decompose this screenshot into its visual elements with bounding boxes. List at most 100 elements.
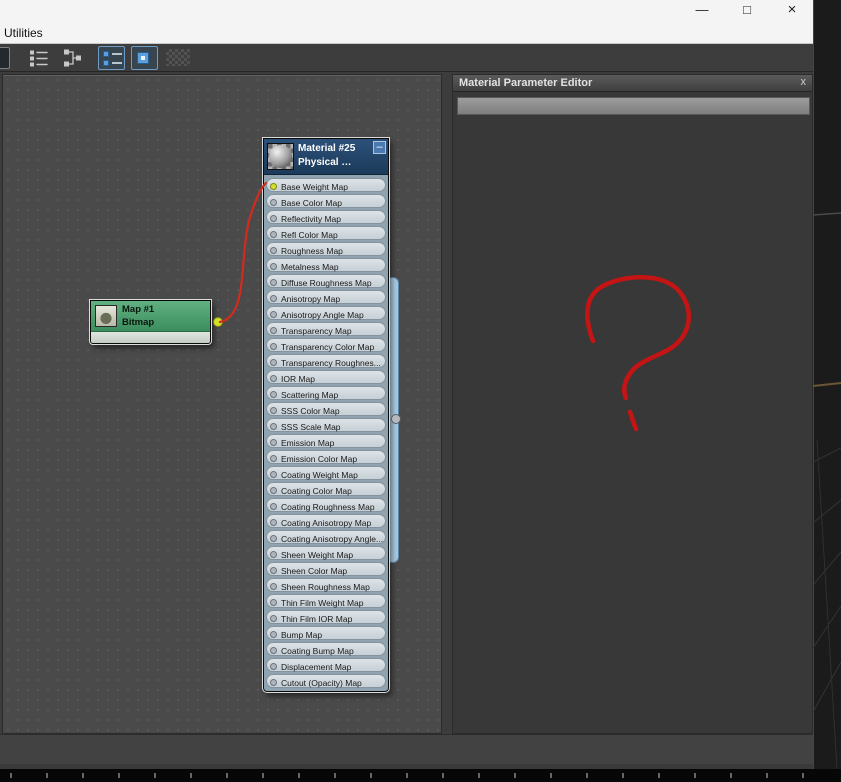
timeline-bar[interactable] xyxy=(0,769,841,782)
material-slot-pill[interactable]: Coating Weight Map xyxy=(266,466,386,480)
material-slot-pill[interactable]: Displacement Map xyxy=(266,658,386,672)
collapse-node-button[interactable]: – xyxy=(373,141,386,154)
slot-input-socket[interactable] xyxy=(270,519,277,526)
slot-input-socket[interactable] xyxy=(270,311,277,318)
slot-input-socket[interactable] xyxy=(270,599,277,606)
material-slot-pill[interactable]: Bump Map xyxy=(266,626,386,640)
material-slot-row[interactable]: Emission Color Map xyxy=(264,449,388,465)
material-slot-row[interactable]: Diffuse Roughness Map xyxy=(264,273,388,289)
slot-input-socket[interactable] xyxy=(270,567,277,574)
material-output-socket[interactable] xyxy=(391,414,401,424)
material-slot-row[interactable]: Reflectivity Map xyxy=(264,209,388,225)
slot-input-socket[interactable] xyxy=(270,503,277,510)
slot-input-socket[interactable] xyxy=(270,279,277,286)
slot-input-socket[interactable] xyxy=(270,375,277,382)
material-slot-row[interactable]: Bump Map xyxy=(264,625,388,641)
material-slot-row[interactable]: IOR Map xyxy=(264,369,388,385)
material-slot-pill[interactable]: SSS Scale Map xyxy=(266,418,386,432)
material-slot-row[interactable]: Sheen Color Map xyxy=(264,561,388,577)
material-slot-pill[interactable]: Coating Anisotropy Map xyxy=(266,514,386,528)
bitmap-node[interactable]: Map #1 Bitmap xyxy=(90,300,211,344)
material-slot-row[interactable]: Coating Anisotropy Map xyxy=(264,513,388,529)
slot-input-socket[interactable] xyxy=(270,263,277,270)
material-slot-pill[interactable]: Transparency Color Map xyxy=(266,338,386,352)
material-slot-pill[interactable]: Transparency Map xyxy=(266,322,386,336)
slot-input-socket[interactable] xyxy=(270,183,277,190)
slot-input-socket[interactable] xyxy=(270,663,277,670)
material-slot-pill[interactable]: Cutout (Opacity) Map xyxy=(266,674,386,688)
slot-input-socket[interactable] xyxy=(270,535,277,542)
material-slot-pill[interactable]: Metalness Map xyxy=(266,258,386,272)
material-slot-row[interactable]: Roughness Map xyxy=(264,241,388,257)
slot-input-socket[interactable] xyxy=(270,423,277,430)
slot-input-socket[interactable] xyxy=(270,343,277,350)
show-list-toggle[interactable] xyxy=(98,46,125,70)
material-slot-pill[interactable]: Coating Color Map xyxy=(266,482,386,496)
material-slot-pill[interactable]: Coating Bump Map xyxy=(266,642,386,656)
window-minimize-button[interactable]: — xyxy=(687,0,717,20)
window-close-button[interactable]: × xyxy=(777,0,807,20)
material-slot-row[interactable]: SSS Color Map xyxy=(264,401,388,417)
material-node[interactable]: Material #25 Physical … – Base Weight Ma… xyxy=(263,138,389,692)
slot-input-socket[interactable] xyxy=(270,391,277,398)
bitmap-node-header[interactable]: Map #1 Bitmap xyxy=(91,301,210,332)
slot-input-socket[interactable] xyxy=(270,439,277,446)
material-slot-row[interactable]: Base Color Map xyxy=(264,193,388,209)
material-slot-pill[interactable]: IOR Map xyxy=(266,370,386,384)
material-slot-row[interactable]: Thin Film Weight Map xyxy=(264,593,388,609)
material-slot-row[interactable]: Coating Bump Map xyxy=(264,641,388,657)
material-slot-pill[interactable]: Roughness Map xyxy=(266,242,386,256)
menu-item-utilities[interactable]: Utilities xyxy=(1,25,46,41)
material-slot-pill[interactable]: Diffuse Roughness Map xyxy=(266,274,386,288)
material-slot-row[interactable]: Sheen Weight Map xyxy=(264,545,388,561)
material-slot-row[interactable]: Coating Roughness Map xyxy=(264,497,388,513)
material-slot-pill[interactable]: Emission Map xyxy=(266,434,386,448)
slot-input-socket[interactable] xyxy=(270,471,277,478)
material-slot-pill[interactable]: Reflectivity Map xyxy=(266,210,386,224)
material-slot-row[interactable]: Anisotropy Map xyxy=(264,289,388,305)
material-slot-pill[interactable]: Base Color Map xyxy=(266,194,386,208)
material-slot-pill[interactable]: Anisotropy Map xyxy=(266,290,386,304)
material-slot-pill[interactable]: Sheen Weight Map xyxy=(266,546,386,560)
material-slot-row[interactable]: Transparency Map xyxy=(264,321,388,337)
material-slot-pill[interactable]: Coating Anisotropy Angle... xyxy=(266,530,386,544)
toolbar-partial-icon[interactable] xyxy=(0,47,10,69)
slot-input-socket[interactable] xyxy=(270,647,277,654)
material-slot-row[interactable]: Sheen Roughness Map xyxy=(264,577,388,593)
background-checker-icon[interactable] xyxy=(166,49,190,66)
material-slot-row[interactable]: Transparency Roughnes... xyxy=(264,353,388,369)
material-slot-pill[interactable]: Thin Film IOR Map xyxy=(266,610,386,624)
material-slot-pill[interactable]: Coating Roughness Map xyxy=(266,498,386,512)
panel-splitter[interactable] xyxy=(442,74,452,734)
material-slot-pill[interactable]: Refl Color Map xyxy=(266,226,386,240)
material-slot-pill[interactable]: Sheen Roughness Map xyxy=(266,578,386,592)
node-list-icon[interactable] xyxy=(28,47,50,69)
slot-input-socket[interactable] xyxy=(270,407,277,414)
window-maximize-button[interactable]: □ xyxy=(732,0,762,20)
material-slot-pill[interactable]: Scattering Map xyxy=(266,386,386,400)
slot-input-socket[interactable] xyxy=(270,199,277,206)
material-slot-row[interactable]: Base Weight Map xyxy=(264,177,388,193)
slot-input-socket[interactable] xyxy=(270,551,277,558)
material-slot-row[interactable]: Refl Color Map xyxy=(264,225,388,241)
slot-input-socket[interactable] xyxy=(270,583,277,590)
slot-input-socket[interactable] xyxy=(270,679,277,686)
material-slot-row[interactable]: Coating Weight Map xyxy=(264,465,388,481)
material-slot-row[interactable]: SSS Scale Map xyxy=(264,417,388,433)
material-slot-row[interactable]: Cutout (Opacity) Map xyxy=(264,673,388,689)
parameter-editor-header[interactable]: Material Parameter Editor x xyxy=(453,75,812,92)
material-slot-row[interactable]: Anisotropy Angle Map xyxy=(264,305,388,321)
close-icon[interactable]: x xyxy=(801,76,807,88)
material-slot-row[interactable]: Thin Film IOR Map xyxy=(264,609,388,625)
material-slot-pill[interactable]: Thin Film Weight Map xyxy=(266,594,386,608)
slot-input-socket[interactable] xyxy=(270,455,277,462)
slot-input-socket[interactable] xyxy=(270,231,277,238)
slot-input-socket[interactable] xyxy=(270,615,277,622)
node-connect-icon[interactable] xyxy=(62,47,84,69)
material-slot-pill[interactable]: Anisotropy Angle Map xyxy=(266,306,386,320)
material-slot-pill[interactable]: SSS Color Map xyxy=(266,402,386,416)
slot-input-socket[interactable] xyxy=(270,215,277,222)
material-slot-row[interactable]: Transparency Color Map xyxy=(264,337,388,353)
slot-input-socket[interactable] xyxy=(270,295,277,302)
material-slot-pill[interactable]: Base Weight Map xyxy=(266,178,386,192)
